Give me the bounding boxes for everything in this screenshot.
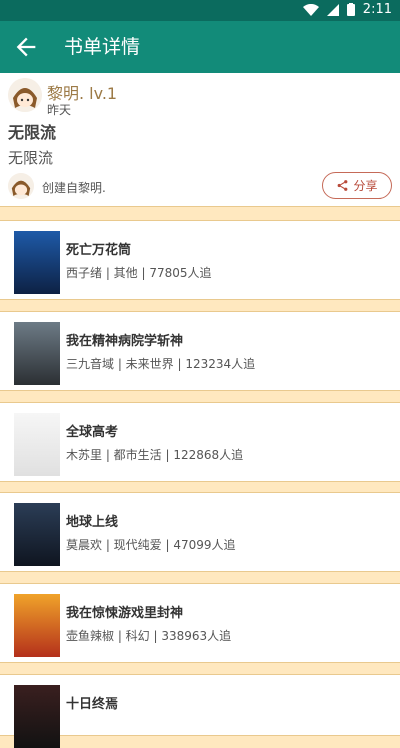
book-item[interactable]: 死亡万花筒 西子绪 | 其他 | 77805人追 (0, 220, 400, 300)
status-time: 2:11 (362, 2, 392, 17)
book-title: 地球上线 (66, 515, 119, 530)
share-button[interactable]: 分享 (322, 172, 392, 199)
post-time: 昨天 (47, 103, 72, 117)
signal-icon (326, 3, 339, 16)
book-cover[interactable] (14, 685, 60, 748)
booklist-title: 无限流 (8, 123, 57, 142)
status-bar: 2:11 (0, 0, 400, 21)
share-label: 分享 (353, 179, 378, 193)
book-title: 十日终焉 (66, 697, 119, 712)
created-by-label: 创建自黎明. (42, 181, 106, 195)
book-cover[interactable] (14, 594, 60, 657)
book-cover[interactable] (14, 231, 60, 294)
book-item[interactable]: 我在精神病院学斩神 三九音域 | 未来世界 | 123234人追 (0, 311, 400, 391)
book-title: 我在精神病院学斩神 (66, 334, 184, 349)
back-arrow-icon[interactable] (12, 33, 40, 61)
book-meta: 西子绪 | 其他 | 77805人追 (66, 266, 212, 280)
book-cover[interactable] (14, 503, 60, 566)
battery-icon (346, 3, 355, 16)
creator-avatar[interactable] (8, 173, 34, 199)
book-title: 死亡万花筒 (66, 243, 132, 258)
book-title: 我在惊悚游戏里封神 (66, 606, 184, 621)
wifi-icon (302, 3, 319, 16)
book-meta: 三九音域 | 未来世界 | 123234人追 (66, 357, 256, 371)
book-meta: 木苏里 | 都市生活 | 122868人追 (66, 448, 244, 462)
booklist-description: 无限流 (8, 149, 54, 167)
author-avatar[interactable] (8, 78, 42, 112)
book-cover[interactable] (14, 322, 60, 385)
book-meta: 莫晨欢 | 现代纯爱 | 47099人追 (66, 538, 236, 552)
book-meta: 壶鱼辣椒 | 科幻 | 338963人追 (66, 629, 232, 643)
book-title: 全球高考 (66, 425, 119, 440)
page-title: 书单详情 (64, 36, 141, 58)
book-item[interactable]: 我在惊悚游戏里封神 壶鱼辣椒 | 科幻 | 338963人追 (0, 583, 400, 663)
book-cover[interactable] (14, 413, 60, 476)
app-bar: 书单详情 (0, 21, 400, 73)
book-item[interactable]: 十日终焉 (0, 674, 400, 748)
book-item[interactable]: 地球上线 莫晨欢 | 现代纯爱 | 47099人追 (0, 492, 400, 572)
share-icon (338, 180, 348, 191)
book-item[interactable]: 全球高考 木苏里 | 都市生活 | 122868人追 (0, 402, 400, 482)
